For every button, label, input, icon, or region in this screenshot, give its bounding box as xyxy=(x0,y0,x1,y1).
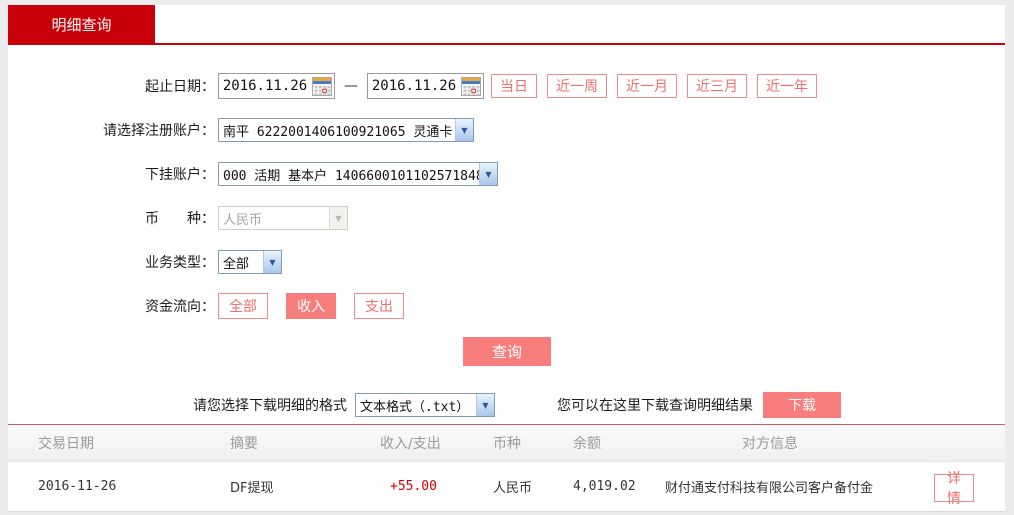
cell-balance: 4,019.02 xyxy=(573,479,665,494)
cell-currency: 人民币 xyxy=(493,477,573,496)
tab-detail-query[interactable]: 明细查询 xyxy=(8,5,155,43)
range-today-button[interactable]: 当日 xyxy=(491,74,537,98)
cell-action: 详情 xyxy=(918,472,1005,502)
start-date-value: 2016.11.26 xyxy=(219,78,311,94)
tab-bar: 明细查询 xyxy=(8,5,1005,45)
col-header-amount: 收入/支出 xyxy=(380,433,493,453)
fund-flow-label: 资金流向： xyxy=(8,296,215,316)
download-format-select[interactable]: 文本格式（.txt） ▼ xyxy=(355,393,495,417)
detail-button[interactable]: 详情 xyxy=(934,474,974,502)
currency-select: 人民币 ▼ xyxy=(218,206,348,230)
register-account-value: 南平 6222001406100921065 灵通卡 xyxy=(223,121,452,140)
register-account-row: 请选择注册账户： 南平 6222001406100921065 灵通卡 ▼ xyxy=(8,117,1005,143)
start-date-input[interactable]: 2016.11.26 xyxy=(218,73,335,99)
cell-summary: DF提现 xyxy=(230,477,380,496)
end-date-input[interactable]: 2016.11.26 xyxy=(367,73,484,99)
register-account-select[interactable]: 南平 6222001406100921065 灵通卡 ▼ xyxy=(218,118,474,142)
content-panel: 明细查询 起止日期： 2016.11.26 xyxy=(8,5,1005,511)
sub-account-value: 000 活期 基本户 1406600101102571848 xyxy=(223,165,479,184)
sub-account-select[interactable]: 000 活期 基本户 1406600101102571848 ▼ xyxy=(218,162,498,186)
chevron-down-icon: ▼ xyxy=(479,163,497,185)
chevron-down-icon: ▼ xyxy=(455,119,473,141)
result-table: 交易日期 摘要 收入/支出 币种 余额 对方信息 2016-11-26 DF提现… xyxy=(8,424,1005,512)
chevron-down-icon: ▼ xyxy=(476,394,494,416)
cell-counterparty: 财付通支付科技有限公司客户备付金 xyxy=(665,477,918,496)
range-year-button[interactable]: 近一年 xyxy=(757,74,817,98)
query-button[interactable]: 查询 xyxy=(463,337,551,366)
query-form: 起止日期： 2016.11.26 xyxy=(8,73,1005,337)
calendar-icon[interactable] xyxy=(311,75,333,97)
calendar-icon[interactable] xyxy=(460,75,482,97)
sub-account-label: 下挂账户： xyxy=(8,164,215,184)
download-hint: 您可以在这里下载查询明细结果 xyxy=(557,395,753,415)
col-header-currency: 币种 xyxy=(493,433,573,453)
cell-date: 2016-11-26 xyxy=(38,479,230,494)
range-month-button[interactable]: 近一月 xyxy=(617,74,677,98)
col-header-date: 交易日期 xyxy=(38,433,230,453)
flow-all-button[interactable]: 全部 xyxy=(218,293,268,319)
end-date-value: 2016.11.26 xyxy=(368,78,460,94)
register-account-label: 请选择注册账户： xyxy=(8,120,215,140)
date-range-label: 起止日期： xyxy=(8,76,215,96)
flow-expense-button[interactable]: 支出 xyxy=(354,293,404,319)
chevron-down-icon: ▼ xyxy=(329,207,347,229)
download-row: 请您选择下载明细的格式 文本格式（.txt） ▼ 您可以在这里下载查询明细结果 … xyxy=(8,392,1005,418)
col-header-summary: 摘要 xyxy=(230,433,380,453)
range-3months-button[interactable]: 近三月 xyxy=(687,74,747,98)
range-week-button[interactable]: 近一周 xyxy=(547,74,607,98)
date-range-separator: — xyxy=(344,78,358,94)
currency-value: 人民币 xyxy=(223,209,262,228)
cell-amount: +55.00 xyxy=(380,479,493,494)
date-range-row: 起止日期： 2016.11.26 xyxy=(8,73,1005,99)
flow-income-button[interactable]: 收入 xyxy=(286,293,336,319)
sub-account-row: 下挂账户： 000 活期 基本户 1406600101102571848 ▼ xyxy=(8,161,1005,187)
table-row: 2016-11-26 DF提现 +55.00 人民币 4,019.02 财付通支… xyxy=(8,462,1005,512)
chevron-down-icon: ▼ xyxy=(263,251,281,273)
download-format-label: 请您选择下载明细的格式 xyxy=(193,395,347,415)
currency-label: 币 种： xyxy=(8,208,215,228)
fund-flow-row: 资金流向： 全部 收入 支出 xyxy=(8,293,1005,319)
table-header-row: 交易日期 摘要 收入/支出 币种 余额 对方信息 xyxy=(8,424,1005,462)
col-header-balance: 余额 xyxy=(573,433,665,453)
download-format-value: 文本格式（.txt） xyxy=(360,396,469,415)
download-button[interactable]: 下载 xyxy=(763,392,841,418)
col-header-counterparty: 对方信息 xyxy=(665,433,918,453)
currency-row: 币 种： 人民币 ▼ xyxy=(8,205,1005,231)
business-type-select[interactable]: 全部 ▼ xyxy=(218,250,282,274)
business-type-row: 业务类型： 全部 ▼ xyxy=(8,249,1005,275)
business-type-label: 业务类型： xyxy=(8,252,215,272)
business-type-value: 全部 xyxy=(223,253,249,272)
